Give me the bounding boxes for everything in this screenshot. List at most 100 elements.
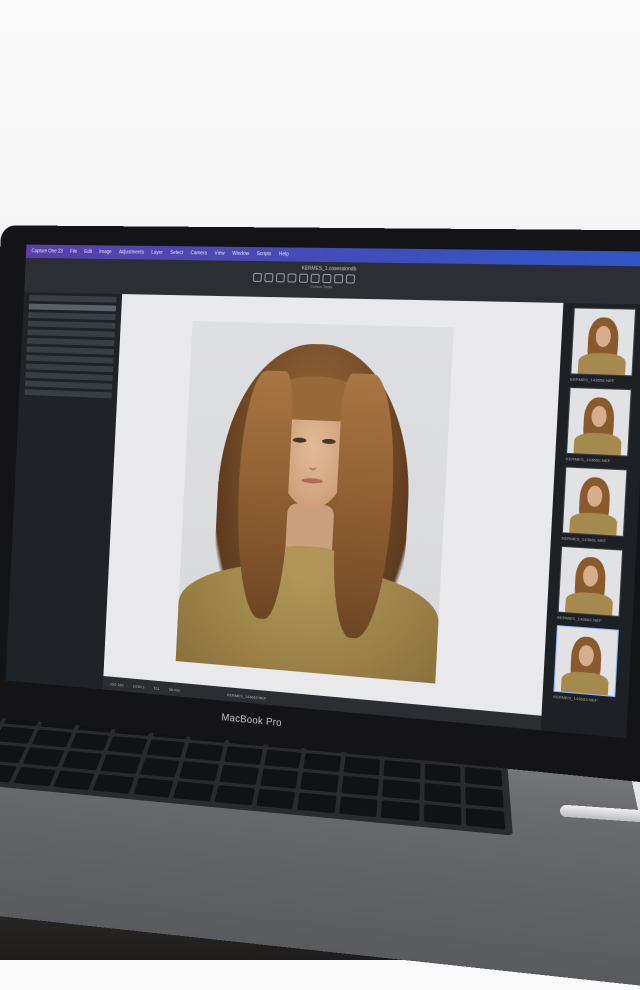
right-eye (321, 438, 336, 445)
menu-item-select[interactable]: Select (170, 250, 183, 256)
keyboard-key (100, 754, 142, 774)
keyboard-key (31, 729, 73, 748)
menu-item-edit[interactable]: Edit (84, 249, 92, 255)
thumb-body (573, 432, 622, 456)
keyboard-key (22, 747, 65, 767)
crop-tool-icon[interactable] (264, 273, 274, 283)
keyboard-key (61, 750, 103, 771)
laptop-screen: Capture One 23 File Edit Image Adjustmen… (5, 244, 640, 739)
keyboard-key (53, 770, 96, 791)
aperture-readout: f/11 (153, 684, 160, 691)
thumbnail-label: KERMES_143660.NEF (565, 455, 611, 464)
keyboard-key (69, 732, 110, 751)
menu-app-name[interactable]: Capture One 23 (31, 248, 63, 254)
photo-scene: Capture One 23 File Edit Image Adjustmen… (0, 0, 640, 990)
macbook-pro-logo: MacBook Pro (221, 712, 283, 730)
menu-item-view[interactable]: View (214, 251, 224, 257)
nose (308, 448, 318, 471)
menu-item-scripts[interactable]: Scripts (257, 251, 272, 257)
menu-item-file[interactable]: File (70, 249, 77, 255)
keyboard-key (214, 784, 255, 806)
keyboard-key (255, 788, 296, 810)
eraser-tool-icon[interactable] (322, 273, 332, 284)
laptop-lid: Capture One 23 File Edit Image Adjustmen… (0, 225, 640, 783)
brush-tool-icon[interactable] (310, 273, 320, 283)
keyboard-key (381, 799, 420, 822)
mouth (301, 477, 324, 484)
keyboard-key (107, 735, 148, 755)
sidebar-row[interactable] (27, 329, 115, 338)
keyboard-key (133, 777, 175, 798)
sidebar-row[interactable] (24, 380, 113, 390)
thumbnail-label: KERMES_143661.NEF (561, 535, 607, 544)
menu-item-window[interactable]: Window (232, 251, 249, 257)
thumb-body (569, 511, 618, 536)
keyboard-key (92, 773, 135, 794)
thumb-body (560, 670, 609, 696)
menu-item-image[interactable]: Image (99, 249, 112, 255)
keyboard-key (146, 739, 186, 758)
viewer-status-bar: ISO 160 1/200 s f/11 58 mm KERMES_143663… (102, 675, 550, 732)
keyboard-key (424, 763, 461, 784)
portrait-photo[interactable] (175, 320, 454, 684)
keyboard-key (13, 766, 56, 787)
tools-caption: Cursor Tools (310, 283, 333, 290)
picker-tool-icon[interactable] (345, 274, 356, 284)
gradient-tool-icon[interactable] (333, 274, 344, 284)
sidebar-row[interactable] (26, 337, 115, 347)
focal-readout: 58 mm (168, 686, 181, 693)
keyboard-key (300, 772, 339, 793)
keyboard-key (341, 775, 380, 797)
keyboard-key (338, 796, 378, 818)
keyboard-key (466, 807, 506, 830)
thumb-body (565, 591, 614, 616)
menu-item-layer[interactable]: Layer (151, 250, 163, 256)
keyboard-key (424, 783, 462, 804)
sidebar-row[interactable] (26, 346, 115, 355)
filename-readout: KERMES_143663.NEF (226, 691, 267, 701)
keyboard-key (185, 742, 224, 762)
keyboard-key (224, 746, 263, 765)
left-eye (292, 437, 307, 443)
sidebar-row[interactable] (29, 295, 117, 303)
cursor-tool-icon[interactable] (252, 272, 262, 282)
keyboard-key (343, 756, 381, 776)
keyboard-key (303, 752, 341, 773)
sidebar-row[interactable] (28, 303, 117, 312)
keyboard-key (0, 726, 35, 745)
sidebar-row[interactable] (26, 354, 114, 364)
keyboard-key (259, 768, 299, 789)
menu-item-adjustments[interactable]: Adjustments (119, 249, 144, 255)
sidebar-row[interactable] (27, 320, 116, 329)
keyboard-key (173, 781, 215, 802)
sidebar-row[interactable] (24, 389, 112, 399)
filmstrip-thumbnail-selected[interactable] (553, 625, 619, 698)
keyboard-key (219, 764, 259, 785)
filmstrip-thumbnail[interactable] (570, 307, 637, 377)
image-viewer[interactable]: ISO 160 1/200 s f/11 58 mm KERMES_143663… (102, 294, 564, 732)
keyboard-key (263, 749, 302, 769)
menu-item-help[interactable]: Help (279, 251, 289, 257)
filmstrip-thumbnail[interactable] (561, 466, 628, 537)
filmstrip-thumbnail[interactable] (557, 545, 624, 618)
iso-readout: ISO 160 (110, 680, 124, 688)
keyboard-key (464, 766, 503, 787)
spot-tool-icon[interactable] (298, 273, 309, 283)
keystone-tool-icon[interactable] (287, 273, 297, 283)
keyboard-key (423, 803, 463, 826)
menu-item-camera[interactable]: Camera (190, 250, 207, 256)
filmstrip-thumbnail[interactable] (566, 386, 632, 457)
thumb-body (577, 352, 627, 376)
sidebar-row[interactable] (25, 363, 114, 373)
keyboard-key (383, 759, 421, 780)
sidebar-row[interactable] (28, 312, 116, 321)
sidebar-row[interactable] (25, 372, 113, 381)
thumbnail-label: KERMES_143658.NEF (569, 376, 615, 384)
keyboard-key (382, 779, 420, 800)
keyboard-key (297, 792, 337, 814)
keyboard-key (179, 761, 220, 782)
document-title: KERMES_1.cosessiondb (301, 265, 357, 273)
rotate-tool-icon[interactable] (275, 273, 285, 283)
shutter-readout: 1/200 s (132, 683, 145, 689)
keyboard-key (139, 757, 180, 778)
